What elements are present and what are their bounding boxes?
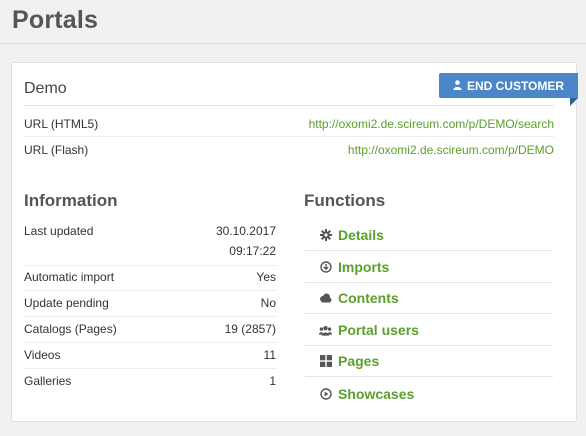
last-updated-date: 30.10.2017 [215,224,276,238]
portal-card: Demo END CUSTOMER URL (HTML5) http://oxo… [11,62,578,422]
function-showcases[interactable]: Showcases [305,378,553,409]
info-value: 30.10.2017 09:17:22 [216,221,276,261]
information-heading: Information [24,191,118,210]
function-pages[interactable]: Pages [305,346,553,377]
divider [24,316,276,317]
info-label: Catalogs (Pages) [24,322,117,336]
portal-name: Demo [24,80,67,97]
functions-heading: Functions [304,191,386,210]
badge-label: END CUSTOMER [466,78,565,93]
info-row-last-updated: Last updated 30.10.2017 09:17:22 [24,221,276,261]
function-label: Imports [338,259,390,275]
info-label: Galleries [24,374,72,388]
info-label: Update pending [24,296,109,310]
function-details[interactable]: Details [305,220,553,251]
download-circle-icon [319,261,332,274]
users-icon [319,324,332,337]
divider [24,265,276,266]
info-row-videos: Videos 11 [24,345,276,365]
function-label: Portal users [338,322,419,338]
info-value: Yes [256,270,276,284]
function-portal-users[interactable]: Portal users [305,315,553,346]
url-link-html5[interactable]: http://oxomi2.de.scireum.com/p/DEMO/sear… [309,117,554,131]
function-imports[interactable]: Imports [305,252,553,283]
info-row-automatic-import: Automatic import Yes [24,267,276,287]
info-label: Last updated [24,224,94,238]
url-label: URL (Flash) [24,143,89,157]
grid-icon [319,355,332,368]
page-title: Portals [12,6,99,34]
info-value: 1 [269,374,276,388]
info-label: Videos [24,348,61,362]
info-value: 19 (2857) [224,322,276,336]
function-label: Details [338,227,384,243]
gear-icon [319,229,332,242]
info-label: Automatic import [24,270,115,284]
cloud-icon [319,292,332,305]
url-link-flash[interactable]: http://oxomi2.de.scireum.com/p/DEMO [348,143,554,157]
last-updated-time: 09:17:22 [229,244,276,258]
function-label: Showcases [338,385,415,402]
url-label: URL (HTML5) [24,117,99,131]
function-label: Pages [338,353,380,369]
end-customer-badge: END CUSTOMER [439,73,578,98]
ribbon-fold [570,98,578,106]
title-divider [0,43,586,44]
url-row-flash: URL (Flash) http://oxomi2.de.scireum.com… [24,137,554,163]
info-value: 11 [263,348,276,362]
divider [24,368,276,369]
divider [24,342,276,343]
info-row-galleries: Galleries 1 [24,371,276,391]
info-row-catalogs: Catalogs (Pages) 19 (2857) [24,319,276,339]
info-value: No [260,296,276,310]
info-row-update-pending: Update pending No [24,293,276,313]
function-contents[interactable]: Contents [305,283,553,314]
user-icon [453,79,462,93]
function-label: Contents [338,290,399,306]
header-divider [24,105,554,106]
play-circle-icon [319,387,332,400]
divider [24,290,276,291]
url-row-html5: URL (HTML5) http://oxomi2.de.scireum.com… [24,111,554,137]
